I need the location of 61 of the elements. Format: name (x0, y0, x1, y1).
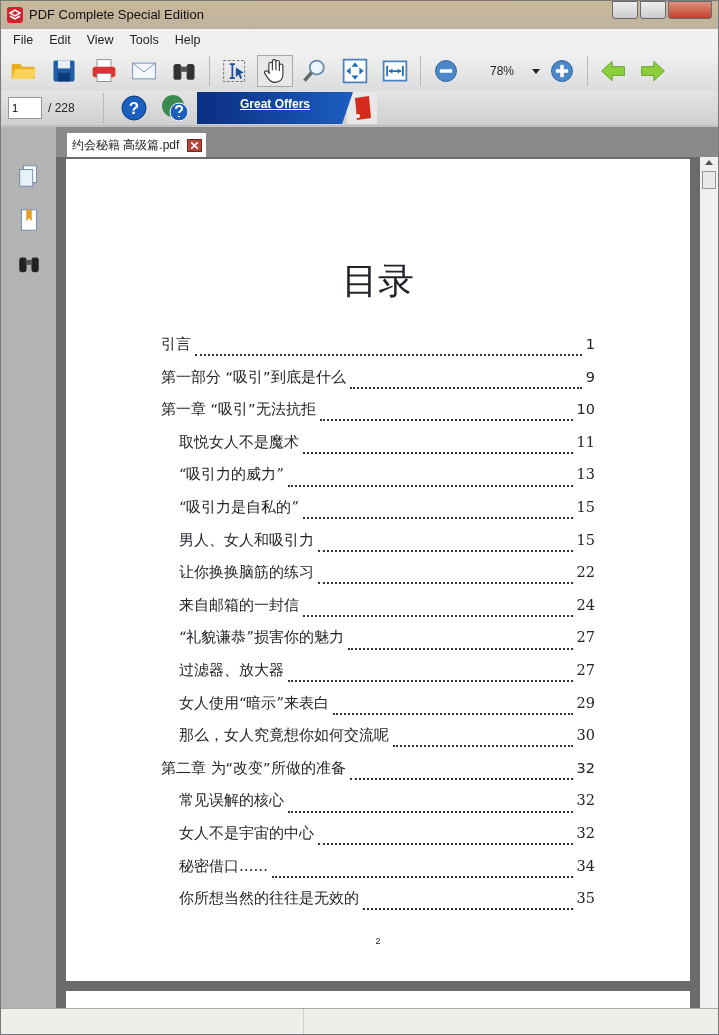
page-heading: 目录 (341, 259, 415, 303)
toc-entry[interactable]: 女人不是宇宙的中心 (179, 822, 314, 845)
menu-item[interactable]: Edit (41, 30, 79, 50)
toc-page-number: 32 (576, 791, 595, 811)
page-footer-number: 2 (374, 934, 382, 948)
toc-page-number: 9 (585, 367, 595, 387)
maximize-button[interactable] (640, 1, 666, 19)
vertical-scrollbar[interactable] (700, 157, 718, 1008)
toc-page-number: 15 (576, 497, 595, 517)
page-number-field[interactable]: 1 (8, 97, 42, 119)
toc-entry[interactable]: 来自邮箱的一封信 (179, 594, 299, 617)
toc-entry[interactable]: 让你换换脑筋的练习 (179, 562, 314, 584)
menu-item[interactable]: File (5, 30, 42, 50)
app-logo-icon (7, 7, 23, 23)
toc-entry[interactable]: 那么，女人究竟想你如何交流呢 (179, 725, 389, 747)
page-count: / 228 (48, 100, 76, 117)
toc-entry[interactable]: 取悦女人不是魔术 (179, 431, 299, 454)
menu-item[interactable]: View (78, 30, 122, 50)
toc-entry[interactable]: 女人使用“暗示”来表白 (179, 692, 329, 715)
toc-page-number: 27 (576, 660, 595, 680)
minimize-button[interactable] (612, 1, 638, 19)
toc-page-number: 32 (576, 758, 595, 778)
toc-entry[interactable]: 第二章 为“改变”所做的准备 (161, 757, 346, 780)
toc-entry[interactable]: 第一部分 “吸引”到底是什么 (161, 366, 346, 389)
toc-entry[interactable]: “吸引力的威力” (179, 464, 284, 487)
scrollbar-thumb[interactable] (702, 171, 716, 189)
pdf-tag-icon[interactable] (347, 92, 377, 124)
dropdown-caret-icon[interactable] (532, 68, 540, 74)
toc-entry[interactable]: 秘密借口…… (179, 855, 268, 878)
toc-entry[interactable]: “礼貌谦恭”损害你的魅力 (179, 627, 344, 650)
toc-entry[interactable]: 第一章 “吸引”无法抗拒 (161, 399, 316, 421)
toc-page-number: 11 (576, 432, 595, 452)
toc-page-number: 32 (576, 823, 595, 843)
toc-page-number: 24 (576, 595, 595, 615)
toc-entry[interactable]: 常见误解的核心 (179, 790, 284, 813)
toc-page-number: 35 (576, 889, 595, 909)
document-tab[interactable]: 约会秘籍 高级篇.pdf (67, 133, 207, 157)
toc-page-number: 27 (576, 628, 595, 648)
window-title: PDF Complete Special Edition (29, 6, 204, 25)
toc-page-number: 30 (576, 726, 595, 746)
toc-page-number: 22 (576, 563, 595, 583)
zoom-level[interactable]: 78% (489, 62, 514, 80)
offers-banner-link[interactable]: Great Offers (197, 92, 353, 124)
toc-page-number: 34 (576, 856, 595, 876)
toc-entry[interactable]: 你所想当然的往往是无效的 (179, 888, 359, 910)
toc-page-number: 10 (576, 400, 595, 420)
menu-item[interactable]: Tools (121, 30, 167, 50)
toc-page-number: 13 (576, 465, 595, 485)
toc-page-number: 1 (585, 335, 595, 354)
hand-icon[interactable] (257, 55, 293, 87)
globe-help-icon[interactable] (161, 94, 189, 122)
help-icon[interactable]: ? (121, 95, 147, 121)
tab-close-icon[interactable] (187, 138, 203, 152)
scroll-up-icon[interactable] (705, 159, 713, 165)
toc-page-number: 29 (576, 693, 595, 713)
toc-entry[interactable]: “吸引力是自私的” (179, 496, 299, 519)
toc-page-number: 15 (576, 530, 595, 550)
menu-item[interactable]: Help (166, 30, 209, 50)
toc-entry[interactable]: 引言 (161, 334, 191, 356)
toc-entry[interactable]: 男人、女人和吸引力 (179, 529, 314, 552)
toc-entry[interactable]: 过滤器、放大器 (179, 659, 284, 682)
